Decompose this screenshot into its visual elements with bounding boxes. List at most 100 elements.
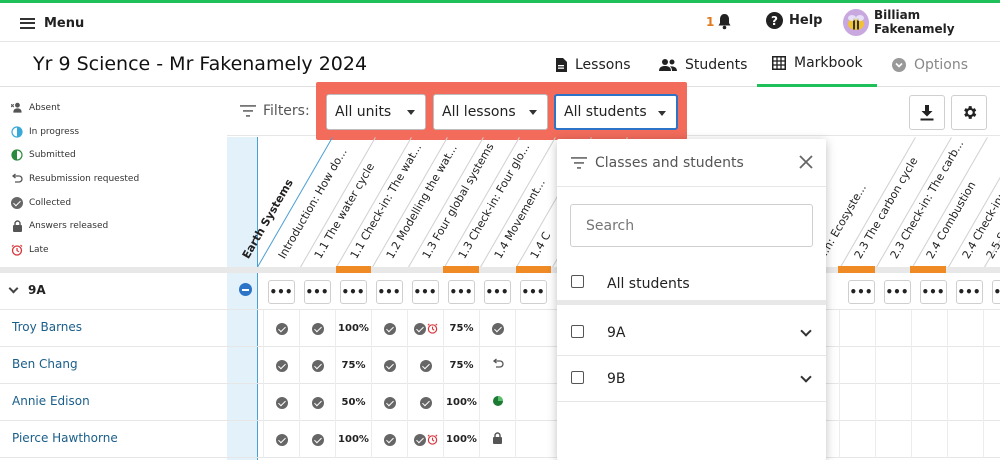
tab-markbook[interactable]: Markbook — [757, 42, 877, 87]
more-actions-button[interactable]: ••• — [991, 279, 1000, 304]
all-students-option[interactable]: All students — [557, 263, 826, 305]
column-actions-cell: ••• — [951, 273, 987, 310]
class-option-9b[interactable]: 9B — [557, 356, 826, 402]
grade-cell[interactable]: 75% — [443, 347, 479, 384]
lessons-select[interactable]: All lessons — [433, 94, 548, 130]
grade-cell[interactable] — [515, 310, 551, 347]
checkbox[interactable] — [571, 371, 584, 384]
grade-cell[interactable] — [911, 421, 947, 458]
more-actions-button[interactable]: ••• — [483, 279, 511, 304]
grade-cell[interactable] — [947, 421, 983, 458]
grade-cell[interactable] — [479, 347, 515, 384]
grade-cell[interactable]: 75% — [335, 347, 371, 384]
grade-cell[interactable] — [983, 310, 1000, 347]
chevron-down-icon[interactable] — [800, 371, 812, 383]
grade-cell[interactable]: 100% — [443, 421, 479, 458]
grade-cell[interactable] — [263, 384, 299, 421]
student-name-link[interactable]: Troy Barnes — [12, 320, 82, 334]
grade-cell[interactable] — [407, 384, 443, 421]
more-actions-button[interactable]: ••• — [339, 279, 367, 304]
grade-cell[interactable] — [371, 384, 407, 421]
half-circle-green-icon — [11, 149, 23, 161]
grade-cell[interactable] — [515, 347, 551, 384]
option-label: All students — [607, 276, 690, 292]
chevron-down-icon[interactable] — [800, 325, 812, 337]
more-actions-button[interactable]: ••• — [303, 279, 331, 304]
grade-cell[interactable] — [299, 384, 335, 421]
grade-cell[interactable] — [983, 384, 1000, 421]
grade-cell[interactable] — [263, 421, 299, 458]
group-row[interactable]: 9A ••• ••• ••• ••• ••• ••• ••• ••• ••• ••• ••• ••• ••… — [0, 273, 1000, 310]
students-select[interactable]: All students — [554, 94, 678, 130]
grade-cell[interactable] — [407, 310, 443, 347]
units-select[interactable]: All units — [326, 94, 426, 130]
column-header[interactable]: 1.4 C — [528, 230, 554, 261]
student-name-link[interactable]: Annie Edison — [12, 394, 90, 408]
grade-cell[interactable] — [263, 310, 299, 347]
settings-button[interactable] — [951, 95, 987, 130]
grid-icon — [772, 56, 786, 70]
menu-button[interactable]: Menu — [20, 13, 84, 33]
grade-cell[interactable] — [947, 347, 983, 384]
grade-cell[interactable]: 75% — [443, 310, 479, 347]
grade-cell[interactable] — [515, 421, 551, 458]
grade-cell[interactable] — [371, 421, 407, 458]
more-actions-button[interactable]: ••• — [447, 279, 475, 304]
grade-cell[interactable] — [947, 310, 983, 347]
grade-cell[interactable] — [875, 421, 911, 458]
grade-cell[interactable] — [371, 347, 407, 384]
grade-cell[interactable] — [299, 310, 335, 347]
grade-cell[interactable] — [407, 421, 443, 458]
more-actions-button[interactable]: ••• — [955, 279, 983, 304]
download-button[interactable] — [909, 95, 945, 130]
more-actions-button[interactable]: ••• — [375, 279, 403, 304]
grade-cell[interactable] — [299, 421, 335, 458]
grade-cell[interactable] — [839, 384, 875, 421]
grade-cell[interactable] — [911, 384, 947, 421]
grade-cell[interactable]: 100% — [443, 384, 479, 421]
grade-cell[interactable] — [371, 310, 407, 347]
more-actions-button[interactable]: ••• — [847, 279, 875, 304]
collapse-unit-icon[interactable] — [239, 283, 252, 296]
grade-cell[interactable]: 50% — [335, 384, 371, 421]
grade-cell[interactable] — [407, 347, 443, 384]
grade-cell[interactable] — [983, 347, 1000, 384]
grade-cell[interactable] — [839, 421, 875, 458]
tab-options[interactable]: Options — [892, 42, 968, 87]
help-button[interactable]: ? Help — [766, 12, 822, 29]
grade-cell[interactable] — [839, 310, 875, 347]
grade-cell[interactable] — [911, 310, 947, 347]
grade-cell[interactable] — [875, 384, 911, 421]
more-actions-button[interactable]: ••• — [519, 279, 547, 304]
search-input[interactable] — [570, 204, 813, 247]
class-option-9a[interactable]: 9A — [557, 310, 826, 356]
user-menu[interactable]: Billiam Fakenamely — [843, 8, 1000, 36]
grade-cell[interactable] — [875, 347, 911, 384]
grade-cell[interactable] — [479, 310, 515, 347]
grade-cell[interactable] — [839, 347, 875, 384]
student-name-link[interactable]: Pierce Hawthorne — [12, 431, 118, 445]
grade-cell[interactable] — [479, 421, 515, 458]
more-actions-button[interactable]: ••• — [267, 279, 295, 304]
checkbox[interactable] — [571, 325, 584, 338]
more-actions-button[interactable]: ••• — [411, 279, 439, 304]
tab-students[interactable]: Students — [659, 42, 747, 87]
more-actions-button[interactable]: ••• — [919, 279, 947, 304]
student-name-link[interactable]: Ben Chang — [12, 357, 78, 371]
grade-cell[interactable] — [911, 347, 947, 384]
checkbox[interactable] — [571, 275, 584, 288]
grade-cell[interactable] — [947, 384, 983, 421]
grade-cell[interactable]: 100% — [335, 421, 371, 458]
grade-cell[interactable]: 100% — [335, 310, 371, 347]
notifications-button[interactable]: 1 — [706, 13, 732, 30]
grade-cell[interactable] — [515, 384, 551, 421]
more-actions-button[interactable]: ••• — [883, 279, 911, 304]
grade-cell[interactable] — [983, 421, 1000, 458]
chevron-down-icon[interactable] — [8, 283, 19, 294]
close-icon[interactable] — [798, 154, 814, 170]
grade-cell[interactable] — [875, 310, 911, 347]
tab-lessons[interactable]: Lessons — [555, 42, 631, 87]
grade-cell[interactable] — [299, 347, 335, 384]
grade-cell[interactable] — [263, 347, 299, 384]
grade-cell[interactable] — [479, 384, 515, 421]
